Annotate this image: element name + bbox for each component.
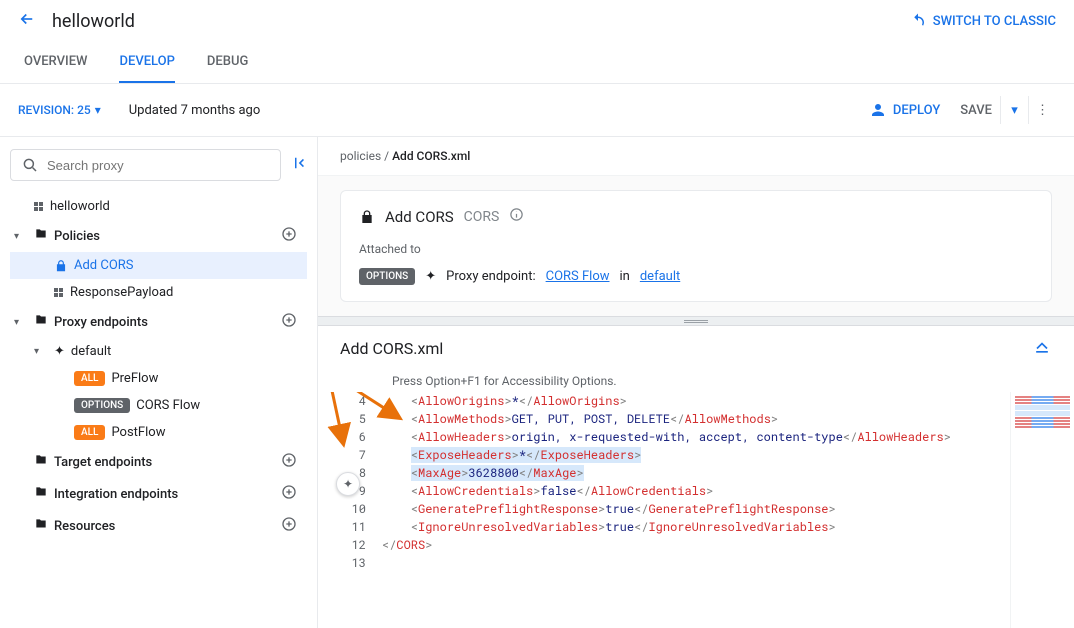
tab-debug[interactable]: DEBUG [207,42,248,83]
tree-root-helloworld[interactable]: helloworld [10,193,307,220]
updated-label: Updated 7 months ago [129,103,869,118]
default-link[interactable]: default [640,269,680,284]
attached-to-label: Attached to [359,242,1033,256]
chevron-down-icon: ▾ [14,231,28,242]
lock-icon [359,209,375,225]
add-resource-icon[interactable] [281,516,297,536]
editor-collapse-icon[interactable] [1032,336,1052,360]
breadcrumb: policies / Add CORS.xml [318,137,1074,176]
badge-options: OPTIONS [74,398,130,413]
folder-icon [34,227,48,245]
panel-resize-handle[interactable] [318,316,1074,326]
cors-flow-link[interactable]: CORS Flow [546,269,610,284]
tree-item-response-payload[interactable]: ResponsePayload [10,279,307,306]
badge-all: ALL [74,371,105,386]
add-target-endpoint-icon[interactable] [281,452,297,472]
policy-type: CORS [464,209,500,225]
page-title: helloworld [52,11,909,32]
tree-preflow[interactable]: ALL PreFlow [10,365,307,392]
folder-icon [34,453,48,471]
tab-develop[interactable]: DEVELOP [119,42,174,83]
collapse-sidebar-icon[interactable] [289,154,307,176]
in-word: in [620,269,630,284]
tree-integration-endpoints[interactable]: Integration endpoints [10,478,307,510]
chevron-down-icon: ▾ [14,317,28,328]
chevron-down-icon: ▾ [34,346,48,357]
add-proxy-endpoint-icon[interactable] [281,312,297,332]
minimap[interactable] [1010,392,1074,628]
tree-default-endpoint[interactable]: ▾ ✦ default [10,338,307,365]
policy-name: Add CORS [385,208,454,226]
tree-postflow[interactable]: ALL PostFlow [10,419,307,446]
tree-proxy-endpoints[interactable]: ▾ Proxy endpoints [10,306,307,338]
switch-to-classic-button[interactable]: SWITCH TO CLASSIC [909,12,1056,30]
flow-icon: ✦ [54,344,65,359]
search-icon [21,156,39,174]
ai-sparkle-icon[interactable]: ✦ [336,472,360,496]
sidebar: helloworld ▾ Policies Add CORS ResponseP… [0,137,318,628]
save-button[interactable]: SAVE [960,103,992,118]
search-proxy-input-wrap[interactable] [10,149,281,181]
back-arrow-icon[interactable] [18,10,36,32]
folder-icon [34,485,48,503]
tree-corsflow[interactable]: OPTIONS CORS Flow [10,392,307,419]
policy-info-card: Add CORS CORS Attached to OPTIONS ✦ Prox… [340,190,1052,302]
grid-icon [54,288,64,297]
undo-icon [909,12,927,30]
badge-all: ALL [74,425,105,440]
tab-overview[interactable]: OVERVIEW [24,42,87,83]
search-proxy-input[interactable] [47,158,270,173]
proxy-endpoint-label: Proxy endpoint: [446,269,535,284]
chevron-down-icon: ▾ [95,103,101,117]
add-policy-icon[interactable] [281,226,297,246]
deploy-button[interactable]: DEPLOY [869,101,940,119]
line-number-gutter: 45678910111213 [318,392,374,628]
options-pill: OPTIONS [359,268,415,285]
tree-item-add-cors[interactable]: Add CORS [10,252,307,279]
lock-icon [54,259,68,273]
folder-icon [34,313,48,331]
tree-policies[interactable]: ▾ Policies [10,220,307,252]
code-editor[interactable]: ✦ 45678910111213 <AllowOrigins>*</AllowO… [318,392,1074,628]
info-icon[interactable] [509,207,524,226]
revision-dropdown[interactable]: REVISION: 25 ▾ [18,103,101,117]
code-body[interactable]: <AllowOrigins>*</AllowOrigins> <AllowMet… [374,392,1010,628]
tree-resources[interactable]: Resources [10,510,307,542]
grid-icon [34,202,44,211]
flow-icon: ✦ [425,269,436,284]
save-menu-chevron[interactable]: ▾ [1000,96,1028,124]
tree-target-endpoints[interactable]: Target endpoints [10,446,307,478]
person-icon [869,101,887,119]
more-menu-icon[interactable]: ⋮ [1028,96,1056,124]
folder-icon [34,517,48,535]
editor-title: Add CORS.xml [340,339,443,358]
add-integration-endpoint-icon[interactable] [281,484,297,504]
accessibility-hint: Press Option+F1 for Accessibility Option… [318,370,1074,392]
